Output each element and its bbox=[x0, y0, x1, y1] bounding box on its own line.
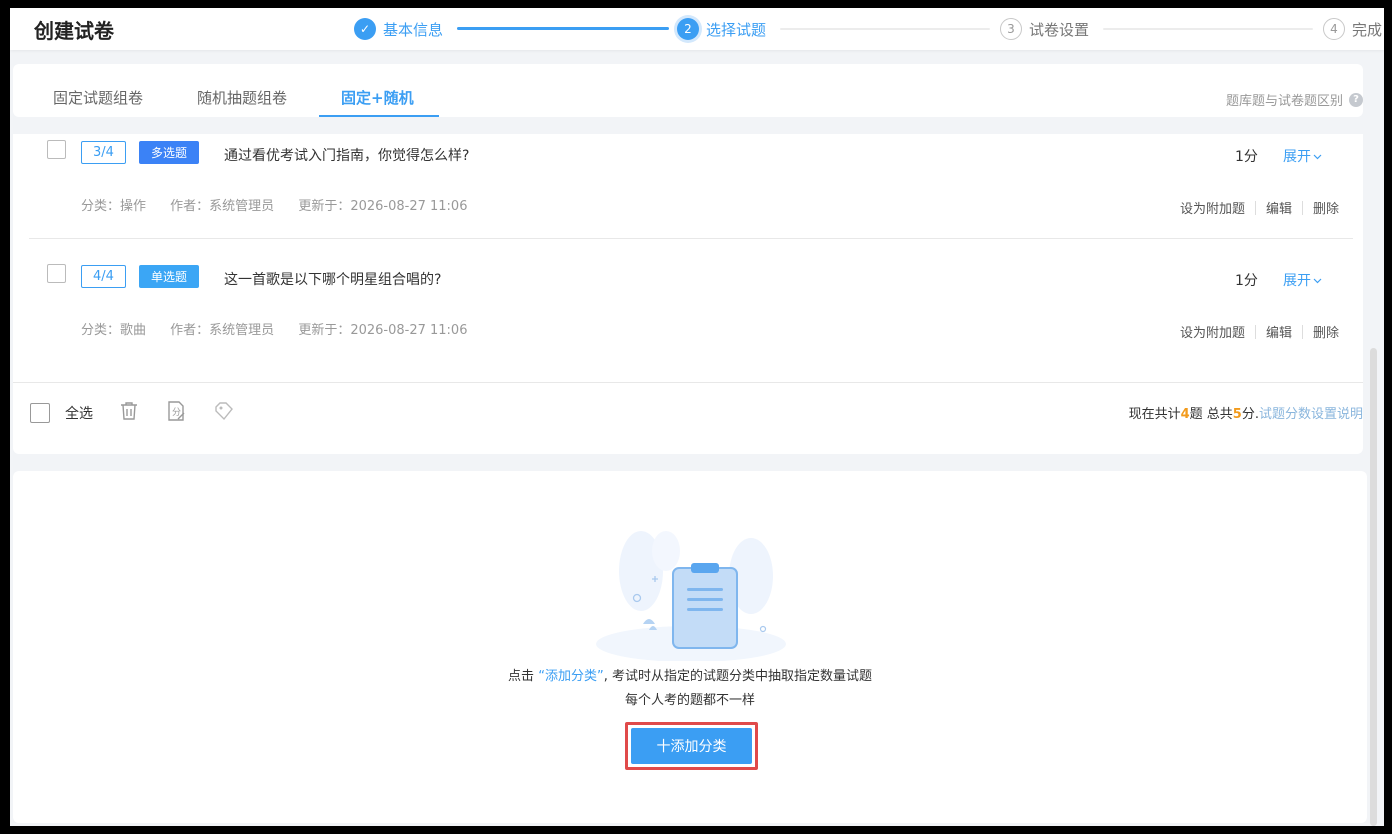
step-paper-settings[interactable]: 3 试卷设置 bbox=[1000, 16, 1089, 42]
select-all-checkbox[interactable] bbox=[30, 403, 50, 423]
divider bbox=[1301, 324, 1303, 339]
question-category: 分类：歌曲 bbox=[81, 323, 147, 338]
edit-button[interactable]: 编辑 bbox=[1266, 198, 1292, 217]
question-score: 1分 bbox=[1235, 149, 1258, 165]
step-progress-bar bbox=[457, 27, 669, 30]
expand-toggle[interactable]: 展开 bbox=[1283, 146, 1322, 166]
row-actions: 设为附加题 编辑 删除 bbox=[1180, 198, 1339, 217]
question-author: 作者：系统管理员 bbox=[170, 199, 275, 214]
question-type-badge: 单选题 bbox=[139, 265, 199, 288]
add-category-link[interactable]: “添加分类” bbox=[538, 669, 603, 684]
step-finish[interactable]: 4 完成 bbox=[1323, 16, 1382, 42]
step-progress-bar bbox=[780, 28, 990, 30]
delete-button[interactable]: 删除 bbox=[1313, 198, 1339, 217]
tab-active-underline bbox=[319, 115, 439, 117]
divider bbox=[1301, 200, 1303, 215]
expand-label: 展开 bbox=[1283, 149, 1311, 165]
hint-prefix: 点击 bbox=[508, 669, 535, 684]
step-label: 选择试题 bbox=[706, 20, 767, 39]
expand-label: 展开 bbox=[1283, 273, 1311, 289]
step-basic-info[interactable]: ✓ 基本信息 bbox=[354, 16, 443, 42]
question-list: 3/4 多选题 通过看优考试入门指南，你觉得怎么样? 1分 展开 分类：操作 作… bbox=[13, 134, 1363, 454]
empty-hint-line2: 每个人考的题都不一样 bbox=[624, 693, 755, 708]
question-count-badge: 3/4 bbox=[81, 141, 126, 164]
tag-icon[interactable] bbox=[212, 399, 236, 423]
question-score: 1分 bbox=[1235, 273, 1258, 289]
total-score: 5 bbox=[1232, 407, 1242, 422]
question-count-badge: 4/4 bbox=[81, 265, 126, 288]
empty-hint-line1: 点击 “添加分类”, 考试时从指定的试题分类中抽取指定数量试题 bbox=[13, 665, 1367, 684]
tab-fixed-random[interactable]: 固定+随机 bbox=[341, 87, 414, 108]
add-category-button[interactable]: 十添加分类 bbox=[631, 728, 752, 764]
chevron-down-icon bbox=[1313, 154, 1322, 160]
row-divider bbox=[29, 238, 1353, 239]
chevron-down-icon bbox=[1313, 278, 1322, 284]
step-number: 2 bbox=[677, 18, 699, 40]
edit-score-icon[interactable]: 分 bbox=[164, 399, 188, 423]
tabs-card: 固定试题组卷 随机抽题组卷 固定+随机 题库题与试卷题区别 ? bbox=[13, 64, 1363, 117]
total-questions: 4 bbox=[1180, 407, 1190, 422]
question-row: 4/4 单选题 这一首歌是以下哪个明星组合唱的? 1分 展开 分类：歌曲 作者：… bbox=[29, 258, 1353, 368]
select-all-label: 全选 bbox=[65, 406, 93, 422]
set-extra-button[interactable]: 设为附加题 bbox=[1180, 322, 1245, 341]
step-label: 试卷设置 bbox=[1029, 20, 1090, 39]
summary-prefix: 现在共计 bbox=[1128, 407, 1181, 422]
trash-icon[interactable] bbox=[117, 399, 141, 423]
clipboard-illustration-icon bbox=[596, 531, 786, 661]
help-link[interactable]: 题库题与试卷题区别 ? bbox=[1226, 90, 1363, 109]
question-updated: 更新于：2026-08-27 11:06 bbox=[298, 199, 468, 214]
page-title: 创建试卷 bbox=[34, 19, 114, 43]
question-type-badge: 多选题 bbox=[139, 141, 199, 164]
step-number: 4 bbox=[1323, 18, 1345, 40]
row-actions: 设为附加题 编辑 删除 bbox=[1180, 322, 1339, 341]
question-author: 作者：系统管理员 bbox=[170, 323, 275, 338]
expand-toggle[interactable]: 展开 bbox=[1283, 270, 1322, 290]
step-label: 基本信息 bbox=[383, 20, 444, 39]
question-mark-icon: ? bbox=[1349, 92, 1363, 107]
summary-suffix: 分. bbox=[1241, 407, 1259, 422]
tab-random[interactable]: 随机抽题组卷 bbox=[197, 87, 287, 108]
set-extra-button[interactable]: 设为附加题 bbox=[1180, 198, 1245, 217]
row-checkbox[interactable] bbox=[47, 140, 66, 159]
question-row: 3/4 多选题 通过看优考试入门指南，你觉得怎么样? 1分 展开 分类：操作 作… bbox=[29, 134, 1353, 239]
hint-suffix: , 考试时从指定的试题分类中抽取指定数量试题 bbox=[603, 669, 872, 684]
step-progress-bar bbox=[1103, 28, 1313, 30]
step-number: 3 bbox=[1000, 18, 1022, 40]
divider bbox=[1254, 324, 1256, 339]
row-checkbox[interactable] bbox=[47, 264, 66, 283]
summary-mid: 题 总共 bbox=[1189, 407, 1233, 422]
edit-button[interactable]: 编辑 bbox=[1266, 322, 1292, 341]
help-label: 题库题与试卷题区别 bbox=[1225, 94, 1343, 109]
question-text: 这一首歌是以下哪个明星组合唱的? bbox=[224, 272, 442, 288]
score-help-link[interactable]: 试题分数设置说明 bbox=[1259, 407, 1363, 422]
question-category: 分类：操作 bbox=[81, 199, 147, 214]
question-meta: 分类：操作 作者：系统管理员 更新于：2026-08-27 11:06 bbox=[81, 195, 487, 214]
scrollbar-thumb[interactable] bbox=[1370, 348, 1377, 826]
divider bbox=[1254, 200, 1256, 215]
question-meta: 分类：歌曲 作者：系统管理员 更新于：2026-08-27 11:06 bbox=[81, 319, 487, 338]
step-select-questions[interactable]: 2 选择试题 bbox=[677, 16, 766, 42]
list-footer: 全选 分 现在共计4题 总共5分.试题分数设置说明 bbox=[13, 382, 1363, 454]
summary-text: 现在共计4题 总共5分.试题分数设置说明 bbox=[1129, 403, 1363, 422]
random-category-panel: 点击 “添加分类”, 考试时从指定的试题分类中抽取指定数量试题 每个人考的题都不… bbox=[13, 471, 1367, 823]
tab-fixed[interactable]: 固定试题组卷 bbox=[53, 87, 143, 108]
question-text: 通过看优考试入门指南，你觉得怎么样? bbox=[224, 148, 470, 164]
question-updated: 更新于：2026-08-27 11:06 bbox=[298, 323, 468, 338]
app-frame: 创建试卷 ✓ 基本信息 2 选择试题 3 试卷设置 4 完成 固定试题组卷 随机… bbox=[10, 8, 1384, 826]
check-icon: ✓ bbox=[354, 18, 376, 40]
header: 创建试卷 ✓ 基本信息 2 选择试题 3 试卷设置 4 完成 bbox=[10, 8, 1384, 50]
step-label: 完成 bbox=[1352, 20, 1383, 39]
delete-button[interactable]: 删除 bbox=[1313, 322, 1339, 341]
add-category-highlight: 十添加分类 bbox=[625, 722, 758, 770]
